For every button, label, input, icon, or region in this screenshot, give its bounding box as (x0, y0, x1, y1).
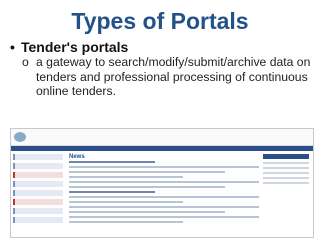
sidebar-item (13, 172, 63, 178)
sidebar-item (13, 163, 63, 169)
news-line (69, 186, 225, 188)
news-line (69, 196, 259, 198)
news-line (69, 191, 155, 193)
news-line (69, 176, 183, 178)
slide-title: Types of Portals (71, 8, 249, 34)
sidebar-item (13, 181, 63, 187)
right-column-header (263, 154, 309, 159)
sidebar-item (13, 217, 63, 223)
news-line (69, 181, 259, 183)
sidebar-item (13, 190, 63, 196)
portal-logo-icon (14, 132, 26, 142)
bullet-label: Tender's portals (21, 39, 129, 55)
right-column-line (263, 177, 309, 179)
sub-bullet: o a gateway to search/modify/submit/arch… (22, 55, 314, 99)
news-line (69, 221, 183, 223)
news-line (69, 216, 259, 218)
right-column-line (263, 167, 309, 169)
news-content (69, 161, 259, 235)
news-line (69, 211, 225, 213)
bullet-marker: • (10, 39, 15, 55)
sidebar-item (13, 199, 63, 205)
news-line (69, 166, 259, 168)
news-line (69, 171, 225, 173)
sidebar-item (13, 154, 63, 160)
screenshot-sidebar (13, 154, 63, 226)
sub-bullet-marker: o (22, 55, 29, 69)
news-line (69, 161, 155, 163)
screenshot-nav-bar (11, 146, 313, 151)
news-heading: News (69, 154, 85, 160)
news-line (69, 206, 259, 208)
right-column-line (263, 162, 309, 164)
news-line (69, 201, 183, 203)
screenshot-right-column (263, 154, 309, 187)
portal-screenshot: News (10, 128, 314, 238)
right-column-line (263, 182, 309, 184)
sidebar-item (13, 208, 63, 214)
bullet-tenders-portals: • Tender's portals (10, 39, 128, 55)
screenshot-header (11, 129, 313, 146)
sub-bullet-text: a gateway to search/modify/submit/archiv… (36, 55, 311, 99)
right-column-line (263, 172, 309, 174)
